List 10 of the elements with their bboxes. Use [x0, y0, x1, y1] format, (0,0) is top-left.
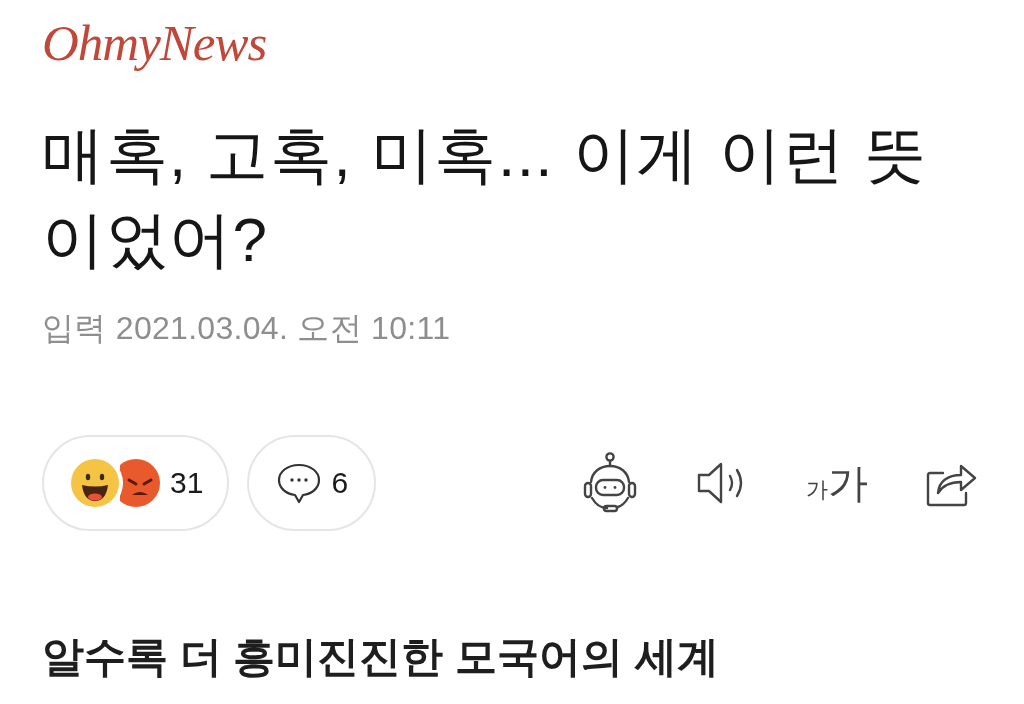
laughing-face-icon [70, 457, 120, 509]
comment-button[interactable]: 6 [247, 435, 377, 531]
angry-face-icon [120, 457, 160, 509]
logo[interactable]: OhmyNews [42, 12, 267, 74]
article-title: 매혹, 고혹, 미혹... 이게 이런 뜻이었어? [42, 119, 929, 276]
font-size-button[interactable]: 가가 [806, 463, 868, 503]
article-subheading: 알수록 더 흥미진진한 모국어의 세계 [42, 632, 719, 682]
reaction-button[interactable]: 31 [42, 435, 230, 531]
speech-bubble-icon [277, 462, 322, 504]
publish-date: 입력 2021.03.04. 오전 10:11 [42, 309, 451, 348]
